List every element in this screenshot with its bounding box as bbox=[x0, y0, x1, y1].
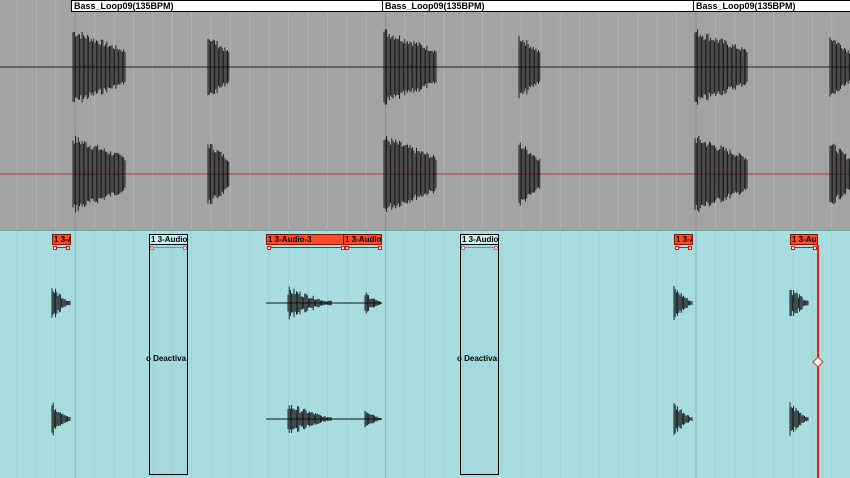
audio-clip-header[interactable]: 1 3-A bbox=[674, 234, 693, 245]
arrangement-view: Bass_Loop09(135BPM) Bass_Loop09(135BPM) … bbox=[0, 0, 850, 478]
playhead-diamond-handle[interactable] bbox=[812, 356, 824, 368]
loop-start-marker[interactable] bbox=[53, 246, 57, 250]
loop-end-marker[interactable] bbox=[378, 246, 382, 250]
loop-end-marker[interactable] bbox=[66, 246, 70, 250]
deactivated-clip-header[interactable]: 1 3-Audio bbox=[460, 234, 499, 245]
loop-marker[interactable] bbox=[345, 246, 349, 250]
top-track-grid bbox=[16, 0, 833, 230]
audio-track-3[interactable]: 1 3-A 1 3-Audio-3 1 3-Audio 1 3-A 1 3-Au… bbox=[0, 230, 850, 478]
bottom-track-waveform bbox=[51, 286, 809, 436]
audio-clip-header[interactable]: Bass_Loop09(135BPM) bbox=[693, 0, 850, 12]
bottom-track-grid bbox=[16, 231, 833, 478]
deactivated-clip-label: o Deactiva bbox=[457, 354, 498, 363]
deactivated-clip-label: o Deactiva bbox=[146, 354, 187, 363]
audio-clip-header[interactable]: 1 3-Audio bbox=[343, 234, 382, 245]
audio-clip-header[interactable]: 1 3-Au bbox=[790, 234, 818, 245]
loop-brace bbox=[268, 247, 381, 250]
loop-start-marker[interactable] bbox=[267, 246, 271, 250]
audio-track-bass[interactable]: Bass_Loop09(135BPM) Bass_Loop09(135BPM) … bbox=[0, 0, 850, 230]
loop-end-marker[interactable] bbox=[688, 246, 692, 250]
loop-start-marker[interactable] bbox=[675, 246, 679, 250]
audio-clip-header[interactable]: 1 3-Audio-3 bbox=[266, 234, 345, 245]
top-track-waveform bbox=[0, 29, 850, 213]
audio-clip-header[interactable]: 1 3-A bbox=[52, 234, 71, 245]
deactivated-clip-header[interactable]: 1 3-Audio bbox=[149, 234, 188, 245]
loop-start-marker[interactable] bbox=[791, 246, 795, 250]
audio-clip-header[interactable]: Bass_Loop09(135BPM) bbox=[71, 0, 384, 12]
audio-clip-header[interactable]: Bass_Loop09(135BPM) bbox=[382, 0, 695, 12]
